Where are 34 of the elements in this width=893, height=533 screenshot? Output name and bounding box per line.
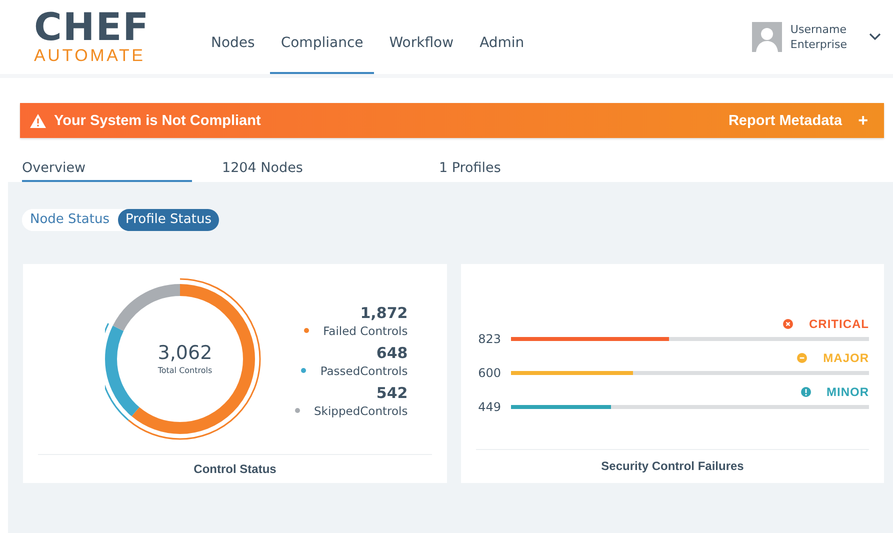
failure-count: 823: [477, 332, 501, 346]
total-value: 3,062: [158, 342, 212, 364]
legend-label: SkippedControls: [314, 404, 408, 418]
close-circle-icon: [783, 319, 793, 329]
status-toggle[interactable]: Profile Status: [118, 208, 220, 230]
nav-tab[interactable]: Compliance: [270, 0, 374, 74]
plus-icon: +: [858, 110, 868, 130]
legend-label: Failed Controls: [323, 324, 408, 338]
alert-message: Your System is Not Compliant: [54, 112, 261, 128]
severity-label: MINOR: [826, 385, 869, 399]
failure-count: 449: [477, 400, 501, 414]
card-title: Control Status: [194, 462, 276, 476]
tab[interactable]: 1 Profiles: [439, 153, 639, 182]
tab[interactable]: 1204 Nodes: [222, 153, 439, 182]
warning-icon: [30, 114, 46, 128]
exclamation-circle-icon: [800, 387, 810, 397]
legend-label: PassedControls: [320, 364, 408, 378]
legend-value: 648: [376, 344, 408, 362]
failure-count: 600: [477, 366, 501, 380]
nav-tab[interactable]: Nodes: [200, 0, 266, 74]
logo-text: CHEF: [34, 8, 151, 46]
legend-value: 542: [376, 384, 408, 402]
severity-label: MAJOR: [823, 351, 869, 365]
total-label: Total Controls: [158, 366, 212, 375]
legend-value: 1,872: [360, 304, 408, 322]
minus-circle-icon: [797, 353, 808, 363]
logo-subtitle: AUTOMATE: [34, 46, 146, 66]
organization-name: Enterprise: [790, 37, 847, 52]
card-title: Security Control Failures: [601, 459, 744, 473]
username: Username: [790, 22, 847, 37]
severity-label: CRITICAL: [809, 317, 869, 331]
chevron-down-icon[interactable]: [869, 33, 881, 41]
nav-tab[interactable]: Admin: [468, 0, 536, 74]
nav-tab[interactable]: Workflow: [378, 0, 465, 74]
